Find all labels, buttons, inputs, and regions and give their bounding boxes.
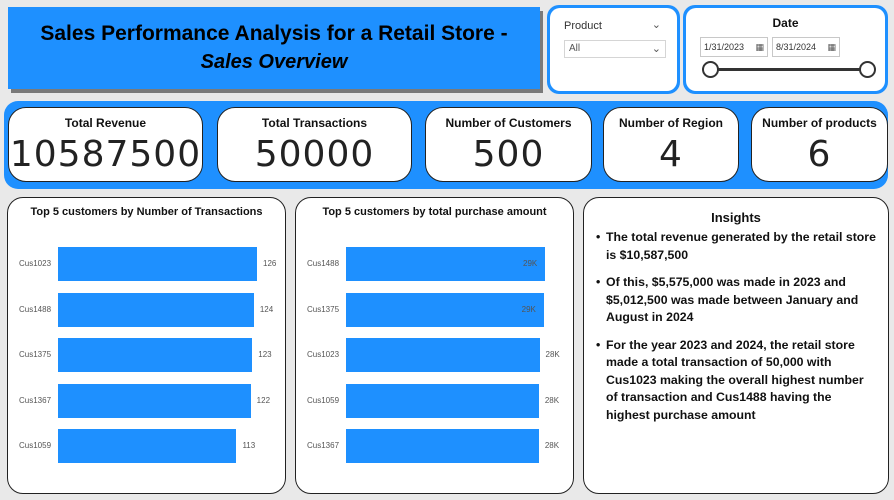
insights-list: The total revenue generated by the retai… <box>596 229 878 425</box>
bar-row: Cus1367 122 <box>8 383 285 418</box>
bar-category-label: Cus1375 <box>307 304 340 314</box>
date-slicer-label: Date <box>772 16 799 30</box>
kpi-card-number-of-products: Number of products 6 <box>751 107 888 182</box>
bar-category-label: Cus1375 <box>19 350 52 359</box>
transactions-bar-chart: Top 5 customers by Number of Transaction… <box>7 197 286 494</box>
bar[interactable] <box>346 429 539 463</box>
bar-category-label: Cus1059 <box>19 441 52 450</box>
bar[interactable] <box>346 338 540 372</box>
bar[interactable] <box>346 383 539 418</box>
bar[interactable] <box>346 247 545 281</box>
bar-value-label: 29K <box>523 259 538 268</box>
calendar-icon[interactable]: ▦ <box>827 42 836 53</box>
report-subtitle: Sales Overview <box>200 51 348 73</box>
bar-row: Cus1023 126 <box>8 247 285 281</box>
bar-value-label: 124 <box>259 304 274 314</box>
bar-value-label: 123 <box>258 350 272 359</box>
kpi-value: 6 <box>807 134 832 175</box>
end-date-field[interactable]: 8/31/2024 ▦ <box>772 37 840 57</box>
bar-value-label: 28K <box>544 441 560 450</box>
bar-category-label: Cus1023 <box>19 259 52 268</box>
kpi-card-total-revenue: Total Revenue 10587500 <box>8 107 203 182</box>
insight-item: For the year 2023 and 2024, the retail s… <box>596 337 878 425</box>
bar-row: Cus1488 29K <box>296 247 573 281</box>
start-date-field[interactable]: 1/31/2023 ▦ <box>700 37 768 57</box>
chevron-down-icon[interactable]: ⌄ <box>652 18 661 31</box>
purchase-amount-bar-chart: Top 5 customers by total purchase amount… <box>295 197 574 494</box>
kpi-label: Total Revenue <box>64 116 147 130</box>
chevron-down-icon: ⌄ <box>651 43 661 55</box>
calendar-icon[interactable]: ▦ <box>755 42 764 53</box>
bar[interactable] <box>58 247 257 281</box>
bar-row: Cus1059 28K <box>296 383 573 418</box>
start-date-value: 1/31/2023 <box>704 42 745 52</box>
product-dropdown[interactable]: All ⌄ <box>564 40 666 58</box>
bar-value-label: 126 <box>263 259 277 268</box>
bar-category-label: Cus1023 <box>307 350 340 359</box>
bar-row: Cus1059 113 <box>8 429 285 463</box>
product-slicer: Product ⌄ All ⌄ <box>547 5 680 94</box>
kpi-card-number-of-region: Number of Region 4 <box>603 107 739 182</box>
report-title-banner: Sales Performance Analysis for a Retail … <box>8 7 540 89</box>
kpi-label: Total Transactions <box>261 116 368 130</box>
bar-value-label: 28K <box>544 395 560 405</box>
insights-panel: Insights The total revenue generated by … <box>583 197 889 494</box>
kpi-value: 10587500 <box>9 134 202 175</box>
bar-category-label: Cus1367 <box>19 395 52 405</box>
bar-category-label: Cus1059 <box>307 395 340 405</box>
bar-category-label: Cus1367 <box>307 441 340 450</box>
kpi-value: 4 <box>659 134 683 175</box>
bar-row: Cus1488 124 <box>8 292 285 327</box>
bar[interactable] <box>58 292 254 327</box>
end-date-value: 8/31/2024 <box>776 42 817 52</box>
bar-row: Cus1375 123 <box>8 338 285 372</box>
date-range-track[interactable] <box>710 68 863 71</box>
insight-item: Of this, $5,575,000 was made in 2023 and… <box>596 274 878 327</box>
kpi-label: Number of Customers <box>445 116 572 130</box>
bar-value-label: 29K <box>521 304 536 314</box>
insight-item: The total revenue generated by the retai… <box>596 229 878 264</box>
report-title: Sales Performance Analysis for a Retail … <box>40 22 508 45</box>
bar-row: Cus1375 29K <box>296 292 573 327</box>
chart-title: Top 5 customers by Number of Transaction… <box>30 206 263 218</box>
bar-value-label: 122 <box>256 395 271 405</box>
insights-title: Insights <box>711 210 761 225</box>
kpi-label: Number of products <box>762 116 877 130</box>
product-slicer-label: Product <box>564 20 602 32</box>
start-date-handle[interactable] <box>702 61 719 78</box>
kpi-value: 500 <box>472 134 545 175</box>
kpi-card-total-transactions: Total Transactions 50000 <box>217 107 412 182</box>
product-dropdown-value: All <box>569 43 581 54</box>
bar[interactable] <box>58 338 253 372</box>
kpi-label: Number of Region <box>619 116 723 130</box>
bar-category-label: Cus1488 <box>19 304 52 314</box>
bar-category-label: Cus1488 <box>307 259 340 268</box>
bar[interactable] <box>58 429 237 463</box>
end-date-handle[interactable] <box>859 61 876 78</box>
kpi-card-number-of-customers: Number of Customers 500 <box>425 107 592 182</box>
kpi-value: 50000 <box>254 134 375 175</box>
date-slicer: Date 1/31/2023 ▦ 8/31/2024 ▦ <box>683 5 888 94</box>
bar[interactable] <box>58 383 251 418</box>
bar-row: Cus1367 28K <box>296 429 573 463</box>
bar-row: Cus1023 28K <box>296 338 573 372</box>
bar-value-label: 28K <box>545 350 560 359</box>
bar-value-label: 113 <box>242 441 256 450</box>
bar[interactable] <box>346 292 544 327</box>
chart-title: Top 5 customers by total purchase amount <box>322 206 547 218</box>
